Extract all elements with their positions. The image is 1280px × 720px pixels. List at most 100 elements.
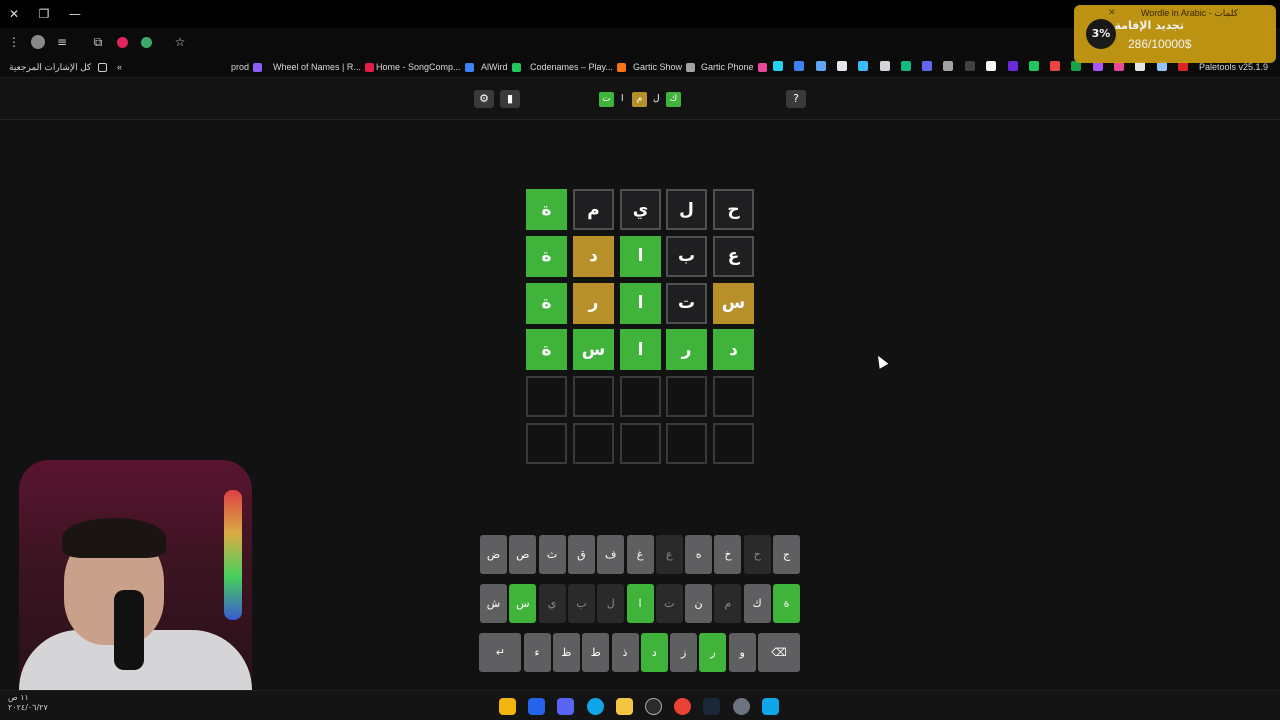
- bookmark-icon[interactable]: [965, 61, 975, 71]
- microphone: [114, 590, 144, 670]
- logo-letter: م: [632, 92, 647, 107]
- backspace-key[interactable]: ⌫: [758, 633, 800, 672]
- edge-icon[interactable]: [587, 698, 604, 715]
- bookmark-songcomp[interactable]: Home - SongComp...: [376, 59, 477, 75]
- obs-icon[interactable]: [645, 698, 662, 715]
- key[interactable]: ث: [538, 535, 566, 574]
- minimize-window-icon[interactable]: —: [67, 6, 83, 22]
- key[interactable]: ب: [567, 584, 595, 623]
- board-tile: ب: [666, 235, 707, 277]
- board-tile: د: [713, 329, 754, 371]
- bookmark-gartic-show[interactable]: Gartic Show: [633, 59, 698, 75]
- key[interactable]: ع: [655, 535, 683, 574]
- steam-icon[interactable]: [703, 698, 720, 715]
- bookmark-icon[interactable]: [943, 61, 953, 71]
- folder-icon: [97, 63, 107, 73]
- bookmark-wheel-of-names[interactable]: Wheel of Names | R...: [273, 59, 377, 75]
- mouse-cursor-icon: [873, 353, 889, 369]
- enter-key[interactable]: ↵: [479, 633, 522, 672]
- wheel-icon: [364, 63, 374, 73]
- board-tile: د: [573, 235, 614, 277]
- key[interactable]: ش: [480, 584, 507, 623]
- board-tile: [713, 423, 754, 464]
- ublock-extension-icon[interactable]: [117, 37, 128, 48]
- bookmark-gartic-phone[interactable]: Gartic Phone: [701, 59, 770, 75]
- logo-letter: ا: [621, 94, 624, 104]
- key[interactable]: ل: [597, 584, 625, 623]
- bookmark-prod[interactable]: prod: [231, 59, 265, 75]
- key[interactable]: ط: [582, 633, 610, 672]
- bookmark-icon[interactable]: [880, 61, 890, 71]
- board-tile: [666, 376, 707, 418]
- key[interactable]: ج: [773, 535, 800, 574]
- key[interactable]: ة: [773, 584, 800, 623]
- settings-icon[interactable]: [733, 698, 750, 715]
- bookmarks-folder[interactable]: كل الإشارات المرجعية: [9, 59, 110, 75]
- key[interactable]: ه: [685, 535, 713, 574]
- key[interactable]: خ: [714, 535, 742, 574]
- bookmark-codenames[interactable]: Codenames – Play...: [530, 59, 629, 75]
- bookmark-icon[interactable]: [1008, 61, 1018, 71]
- windows-start-icon[interactable]: [762, 698, 779, 715]
- chevron-more-icon[interactable]: «: [117, 59, 122, 75]
- key[interactable]: ء: [523, 633, 551, 672]
- key[interactable]: و: [728, 633, 756, 672]
- key[interactable]: ق: [567, 535, 595, 574]
- extensions-icon[interactable]: ⧉: [90, 34, 106, 50]
- bookmark-alwird[interactable]: AlWird: [481, 59, 524, 75]
- bookmark-icon[interactable]: [773, 61, 783, 71]
- folder-icon[interactable]: [616, 698, 633, 715]
- settings-button[interactable]: ⚙: [474, 90, 494, 108]
- key[interactable]: ي: [538, 584, 566, 623]
- profile-avatar-icon[interactable]: [31, 35, 45, 49]
- key[interactable]: ح: [743, 535, 771, 574]
- board-tile: ا: [620, 282, 661, 324]
- bookmark-icon[interactable]: [858, 61, 868, 71]
- key[interactable]: د: [640, 633, 668, 672]
- close-window-icon[interactable]: ✕: [6, 6, 22, 22]
- bookmark-icon[interactable]: [922, 61, 932, 71]
- gartic-show-icon: [686, 63, 696, 73]
- key[interactable]: ذ: [611, 633, 639, 672]
- bookmark-star-icon[interactable]: ☆: [172, 34, 188, 50]
- board-tile: ة: [526, 189, 567, 230]
- key[interactable]: ر: [699, 633, 727, 672]
- help-button[interactable]: ?: [786, 90, 806, 108]
- prod-icon: [253, 63, 263, 73]
- key[interactable]: ظ: [552, 633, 580, 672]
- board-tile: م: [573, 189, 614, 230]
- key[interactable]: ن: [685, 584, 713, 623]
- board-row: [526, 423, 754, 464]
- board-tile: ة: [526, 329, 567, 371]
- key[interactable]: س: [509, 584, 537, 623]
- key[interactable]: ض: [480, 535, 507, 574]
- key[interactable]: ز: [670, 633, 698, 672]
- bookmark-icon[interactable]: [901, 61, 911, 71]
- reading-list-icon[interactable]: ≡: [54, 34, 70, 50]
- board-row: حليمة: [526, 189, 754, 230]
- key[interactable]: ص: [509, 535, 537, 574]
- board-row: دراسة: [526, 329, 754, 371]
- bookmark-icon[interactable]: [1050, 61, 1060, 71]
- alwird-icon: [511, 63, 521, 73]
- menu-kebab-icon[interactable]: ⋮: [6, 34, 22, 50]
- key[interactable]: ا: [626, 584, 654, 623]
- overlay-title: Wordle in Arabic - كلمات: [1140, 8, 1238, 18]
- app-icon[interactable]: [528, 698, 545, 715]
- bookmark-icon[interactable]: [794, 61, 804, 71]
- key[interactable]: م: [714, 584, 742, 623]
- key[interactable]: ك: [743, 584, 771, 623]
- shield-extension-icon[interactable]: [141, 37, 152, 48]
- bookmark-icon[interactable]: [1029, 61, 1039, 71]
- chrome-icon[interactable]: [674, 698, 691, 715]
- key[interactable]: ت: [655, 584, 683, 623]
- discord-icon[interactable]: [557, 698, 574, 715]
- restore-window-icon[interactable]: ❐: [36, 6, 52, 22]
- bookmark-icon[interactable]: [986, 61, 996, 71]
- stats-button[interactable]: ▮: [500, 90, 520, 108]
- key[interactable]: ف: [597, 535, 625, 574]
- key[interactable]: غ: [626, 535, 654, 574]
- bookmark-icon[interactable]: [837, 61, 847, 71]
- bookmark-icon[interactable]: [816, 61, 826, 71]
- rockstar-icon[interactable]: [499, 698, 516, 715]
